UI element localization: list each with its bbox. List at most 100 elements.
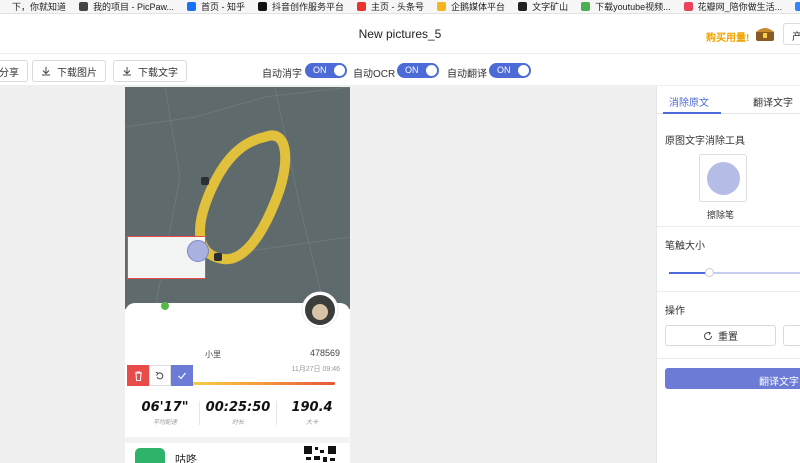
bookmark-label: 下载youtube视频... [595, 2, 671, 12]
panel-tabs: 消除原文 翻译文字 [657, 86, 800, 114]
auto-erase-label: 自动消字 [262, 69, 302, 80]
auto-erase-state: ON [313, 65, 327, 75]
stat-calories: 190.4 大卡 [277, 400, 347, 426]
user-name: 小里 [205, 350, 221, 359]
title-bar: New pictures_5 购买用量! 产 [0, 14, 800, 54]
avatar [301, 291, 339, 329]
stat-duration-label: 时长 [231, 420, 244, 426]
secondary-operation-button[interactable] [783, 325, 800, 346]
brush-size-title: 笔触大小 [665, 241, 705, 252]
bookmark-7[interactable]: 下载youtube视频... [581, 0, 671, 13]
pace-gradient-bar [185, 382, 335, 385]
window-title: New pictures_5 [358, 27, 442, 41]
download-icon [581, 2, 591, 11]
right-panel: 消除原文 翻译文字 原图文字消除工具 擦除笔 笔触大小 操作 重置 翻译文字 [656, 86, 800, 463]
picpaw-icon [79, 2, 89, 11]
auto-ocr-label: 自动OCR [353, 69, 396, 80]
stat-pace: 06'17" 平均配速 [130, 400, 200, 426]
bookmark-icon [0, 2, 7, 11]
undo-icon [155, 371, 164, 379]
bookmarks-bar: 下，你就知道 我的项目 - PicPaw... 首页 - 知乎 抖音创作服务平台 主页 … [0, 0, 800, 14]
auto-erase-toggle[interactable]: ON [305, 63, 347, 78]
mine-icon [518, 2, 528, 11]
eraser-pen-tool[interactable] [699, 154, 747, 202]
zhihu-icon [187, 2, 197, 11]
stat-duration-value: 00:25:50 [205, 400, 271, 415]
download-text-label: 下载文字 [138, 67, 178, 79]
bookmark-8[interactable]: 花瓣网_陪你做生活... [683, 0, 783, 13]
app-logo-icon [135, 448, 165, 463]
auto-translate-label: 自动翻译 [447, 69, 487, 80]
eraser-pen-icon [707, 162, 740, 195]
active-tab-indicator [663, 112, 721, 114]
stat-divider [199, 401, 200, 425]
tab-translate-text[interactable]: 翻译文字 [753, 94, 793, 109]
auto-ocr-toggle[interactable]: ON [397, 63, 439, 78]
huaban-icon [683, 2, 693, 11]
download-image-button[interactable]: 下载图片 [32, 60, 106, 82]
brush-size-handle[interactable] [705, 268, 714, 277]
bookmark-4[interactable]: 主页 - 头条号 [357, 0, 424, 13]
eraser-pen-label: 擦除笔 [707, 210, 735, 220]
selection-actions [127, 365, 195, 386]
bookmark-5[interactable]: 企鹅媒体平台 [437, 0, 505, 13]
stat-calories-value: 190.4 [291, 400, 333, 415]
reset-label: 重置 [718, 332, 738, 343]
reset-button[interactable]: 重置 [665, 325, 776, 346]
treasure-chest-icon[interactable] [754, 22, 776, 44]
trash-icon [134, 371, 142, 381]
penguin-icon [437, 2, 447, 11]
divider [657, 358, 800, 359]
bookmark-2[interactable]: 首页 - 知乎 [187, 0, 245, 13]
promo-text[interactable]: 购买用量! [706, 29, 749, 44]
bookmark-0[interactable]: 下，你就知道 [0, 0, 66, 13]
refresh-icon [704, 331, 713, 340]
qr-code-icon [303, 445, 337, 463]
bookmark-3[interactable]: 抖音创作服务平台 [258, 0, 344, 13]
end-marker [214, 253, 222, 261]
auto-translate-toggle[interactable]: ON [489, 63, 531, 78]
stat-pace-value: 06'17" [141, 400, 189, 415]
bookmark-label: 企鹅媒体平台 [451, 2, 506, 12]
translate-label: 翻译文字 [759, 377, 799, 388]
distance-value: 478569 [309, 348, 340, 358]
baidu-icon [795, 2, 800, 11]
download-icon [42, 67, 50, 76]
confirm-selection-button[interactable] [171, 365, 193, 386]
brush-cursor-icon [187, 240, 209, 262]
operations-title: 操作 [665, 306, 685, 317]
bookmark-label: 文字矿山 [532, 2, 569, 12]
bookmark-label: 抖音创作服务平台 [272, 2, 345, 12]
image-canvas[interactable]: 小里 478569 11月27日 09:46 06'17" 平均配速 00:25… [0, 86, 656, 463]
download-image-label: 下载图片 [57, 67, 97, 79]
bookmark-label: 主页 - 头条号 [371, 2, 425, 12]
bookmark-6[interactable]: 文字矿山 [518, 0, 568, 13]
stat-pace-label: 平均配速 [152, 420, 177, 426]
bookmark-label: 花瓣网_陪你做生活... [697, 2, 783, 12]
divider [657, 291, 800, 292]
stat-calories-label: 大卡 [305, 420, 318, 426]
auto-translate-state: ON [497, 65, 511, 75]
bookmark-1[interactable]: 我的项目 - PicPaw... [79, 0, 174, 13]
stat-duration: 00:25:50 时长 [203, 400, 273, 426]
rotate-handle[interactable] [161, 302, 169, 310]
undo-selection-button[interactable] [149, 365, 171, 386]
date-text: 11月27日 09:46 [291, 366, 340, 373]
app-name: 咕咚 [175, 454, 197, 463]
share-button[interactable]: 分享 [0, 60, 28, 82]
check-icon [178, 372, 186, 379]
delete-selection-button[interactable] [127, 365, 149, 386]
download-text-button[interactable]: 下载文字 [113, 60, 187, 82]
bookmark-label: 我的项目 - PicPaw... [93, 2, 175, 12]
promo-button[interactable]: 产 [783, 23, 800, 45]
auto-ocr-state: ON [405, 65, 419, 75]
tab-erase-original[interactable]: 消除原文 [669, 94, 709, 109]
card-separator [125, 437, 350, 443]
tool-section-title: 原图文字消除工具 [665, 136, 745, 147]
bookmark-9[interactable]: 百度 [795, 0, 800, 13]
running-track [195, 130, 291, 265]
translate-button[interactable]: 翻译文字 [665, 368, 800, 389]
divider [657, 226, 800, 227]
toolbar: 分享 下载图片 下载文字 自动消字 ON 自动OCR ON 自动翻译 ON [0, 55, 800, 86]
douyin-icon [258, 2, 268, 11]
